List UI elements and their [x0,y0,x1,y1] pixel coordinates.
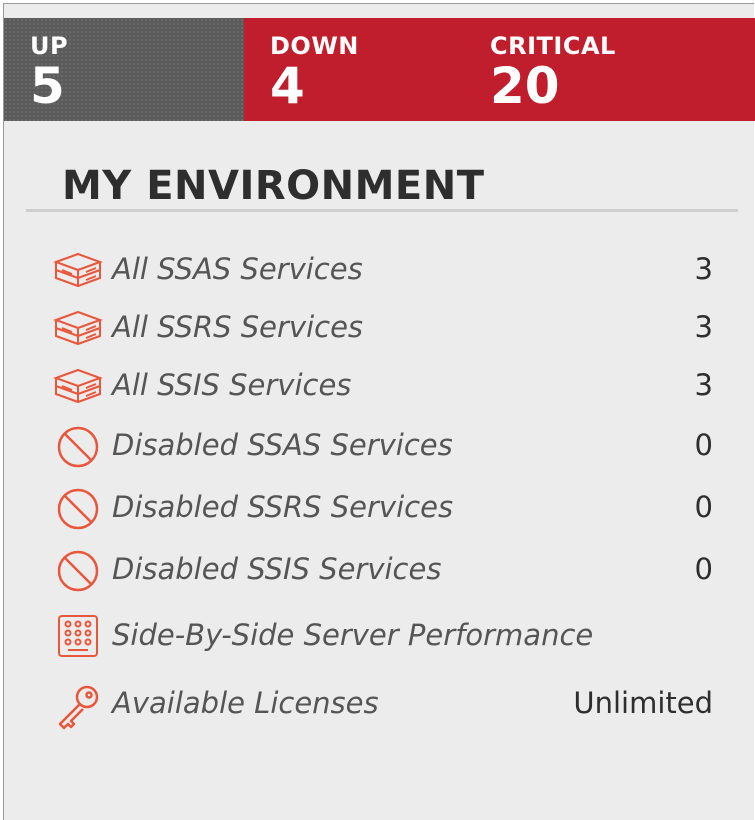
critical-count: 20 [490,57,560,115]
status-up-tile[interactable]: UP 5 [4,18,244,121]
env-item-all-ssrs[interactable]: All SSRS Services 3 [4,302,755,352]
env-item-all-ssas[interactable]: All SSAS Services 3 [4,244,755,294]
env-item-count: 3 [694,310,713,344]
disabled-icon [52,424,104,470]
env-item-side-by-side[interactable]: Side-By-Side Server Performance [4,610,755,660]
server-icon [52,364,104,410]
status-alert-tile: DOWN 4 CRITICAL 20 [244,18,755,121]
env-item-label: Disabled SSRS Services [112,490,454,524]
server-icon [52,248,104,294]
down-stat[interactable]: DOWN 4 [270,32,359,112]
status-summary-bar: UP 5 DOWN 4 CRITICAL 20 [4,18,755,121]
env-item-count: 3 [694,368,713,402]
env-item-disabled-ssas[interactable]: Disabled SSAS Services 0 [4,420,755,470]
disabled-icon [52,486,104,532]
env-item-available-licenses[interactable]: Available Licenses Unlimited [4,678,755,730]
env-item-label: Disabled SSAS Services [112,428,453,462]
up-count: 5 [30,57,65,115]
section-divider [26,209,738,212]
env-item-disabled-ssrs[interactable]: Disabled SSRS Services 0 [4,482,755,532]
env-item-count: 3 [694,252,713,286]
env-item-label: All SSAS Services [112,252,363,286]
disabled-icon [52,548,104,594]
env-item-count: 0 [694,552,713,586]
critical-label: CRITICAL [490,32,616,60]
env-item-label: All SSRS Services [112,310,364,344]
up-label: UP [30,32,69,60]
env-item-disabled-ssis[interactable]: Disabled SSIS Services 0 [4,544,755,594]
env-item-label: Side-By-Side Server Performance [112,618,594,652]
env-item-label: All SSIS Services [112,368,352,402]
down-label: DOWN [270,32,359,60]
server-icon [52,306,104,352]
env-item-count: 0 [694,490,713,524]
env-item-count: 0 [694,428,713,462]
env-item-all-ssis[interactable]: All SSIS Services 3 [4,360,755,410]
key-icon [52,682,104,730]
dashboard-panel: UP 5 DOWN 4 CRITICAL 20 MY ENVIRONMENT A… [3,3,755,820]
server-grid-icon [52,614,104,660]
section-title: MY ENVIRONMENT [62,163,485,209]
env-item-label: Disabled SSIS Services [112,552,442,586]
env-item-label: Available Licenses [112,686,379,720]
critical-stat[interactable]: CRITICAL 20 [490,32,616,112]
down-count: 4 [270,57,305,115]
env-item-count: Unlimited [573,686,713,720]
up-stat: UP 5 [30,32,68,112]
